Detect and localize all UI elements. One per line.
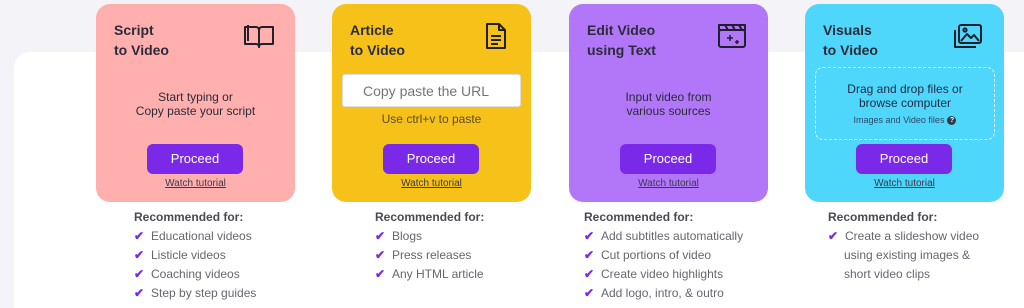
list-item: ✔ Coaching videos <box>134 265 256 284</box>
recommended-list-script: Recommended for: ✔ Educational videos ✔ Li… <box>134 210 256 303</box>
recommended-list-article: Recommended for: ✔ Blogs ✔ Press releases … <box>375 210 484 284</box>
list-item: ✔ Blogs <box>375 227 484 246</box>
file-dropzone[interactable]: Drag and drop files or browse computer I… <box>815 67 995 140</box>
card-description: Start typing or Copy paste your script <box>135 90 256 118</box>
watch-tutorial-link[interactable]: Watch tutorial <box>569 178 768 189</box>
check-icon: ✔ <box>134 229 145 243</box>
check-icon: ✔ <box>584 229 595 243</box>
card-title: Article to Video <box>350 22 405 58</box>
proceed-button[interactable]: Proceed <box>147 144 243 174</box>
recommended-list-edit-video: Recommended for: ✔ Add subtitles automati… <box>584 210 743 303</box>
proceed-button[interactable]: Proceed <box>383 144 479 174</box>
image-gallery-icon <box>952 22 984 50</box>
list-item: ✔ Create video highlights <box>584 265 743 284</box>
watch-tutorial-link[interactable]: Watch tutorial <box>332 178 531 189</box>
proceed-button[interactable]: Proceed <box>856 144 952 174</box>
card-script-to-video[interactable]: Script to Video Start typing or Copy pas… <box>96 4 295 202</box>
list-item: ✔ Educational videos <box>134 227 256 246</box>
paste-hint: Use ctrl+v to paste <box>381 112 482 126</box>
film-sparkle-icon <box>716 22 748 50</box>
check-icon: ✔ <box>584 267 595 281</box>
list-item: ✔ Listicle videos <box>134 246 256 265</box>
document-icon <box>479 22 511 50</box>
card-title: Edit Video using Text <box>587 22 656 58</box>
recommended-title: Recommended for: <box>375 210 485 224</box>
list-item: ✔ Cut portions of video <box>584 246 743 265</box>
dropzone-text: browse computer <box>858 96 952 110</box>
check-icon: ✔ <box>134 248 145 262</box>
list-item: ✔ Add subtitles automatically <box>584 227 743 246</box>
list-item-continuation: short video clips <box>844 267 931 281</box>
card-visuals-to-video[interactable]: Visuals to Video Drag and drop files or … <box>805 4 1004 202</box>
recommended-title: Recommended for: <box>828 210 938 224</box>
check-icon: ✔ <box>584 248 595 262</box>
check-icon: ✔ <box>375 229 386 243</box>
list-item: ✔ Step by step guides <box>134 284 256 303</box>
list-item: ✔ Add logo, intro, & outro <box>584 284 743 303</box>
recommended-title: Recommended for: <box>134 210 244 224</box>
check-icon: ✔ <box>584 286 595 300</box>
check-icon: ✔ <box>134 267 145 281</box>
open-book-icon <box>243 22 275 50</box>
check-icon: ✔ <box>375 248 386 262</box>
check-icon: ✔ <box>828 229 839 243</box>
card-description: Input video from various sources <box>625 90 712 118</box>
dropzone-subtext: Images and Video files? <box>854 115 957 126</box>
card-article-to-video[interactable]: Article to Video Use ctrl+v to paste Pro… <box>332 4 531 202</box>
list-item: ✔ Press releases <box>375 246 484 265</box>
card-edit-video-using-text[interactable]: Edit Video using Text Input video from v… <box>569 4 768 202</box>
list-item: ✔ Create a slideshow video <box>828 227 979 246</box>
watch-tutorial-link[interactable]: Watch tutorial <box>96 178 295 189</box>
recommended-list-visuals: Recommended for: ✔ Create a slideshow vid… <box>828 210 979 284</box>
dropzone-text: Drag and drop files or <box>847 82 963 96</box>
check-icon: ✔ <box>134 286 145 300</box>
watch-tutorial-link[interactable]: Watch tutorial <box>805 178 1004 189</box>
recommended-title: Recommended for: <box>584 210 694 224</box>
list-item: ✔ Any HTML article <box>375 265 484 284</box>
help-icon[interactable]: ? <box>947 116 957 126</box>
proceed-button[interactable]: Proceed <box>620 144 716 174</box>
check-icon: ✔ <box>375 267 386 281</box>
url-input[interactable] <box>342 74 521 107</box>
card-title: Visuals to Video <box>823 22 878 58</box>
list-item-continuation: using existing images & <box>844 248 971 262</box>
card-title: Script to Video <box>114 22 169 58</box>
